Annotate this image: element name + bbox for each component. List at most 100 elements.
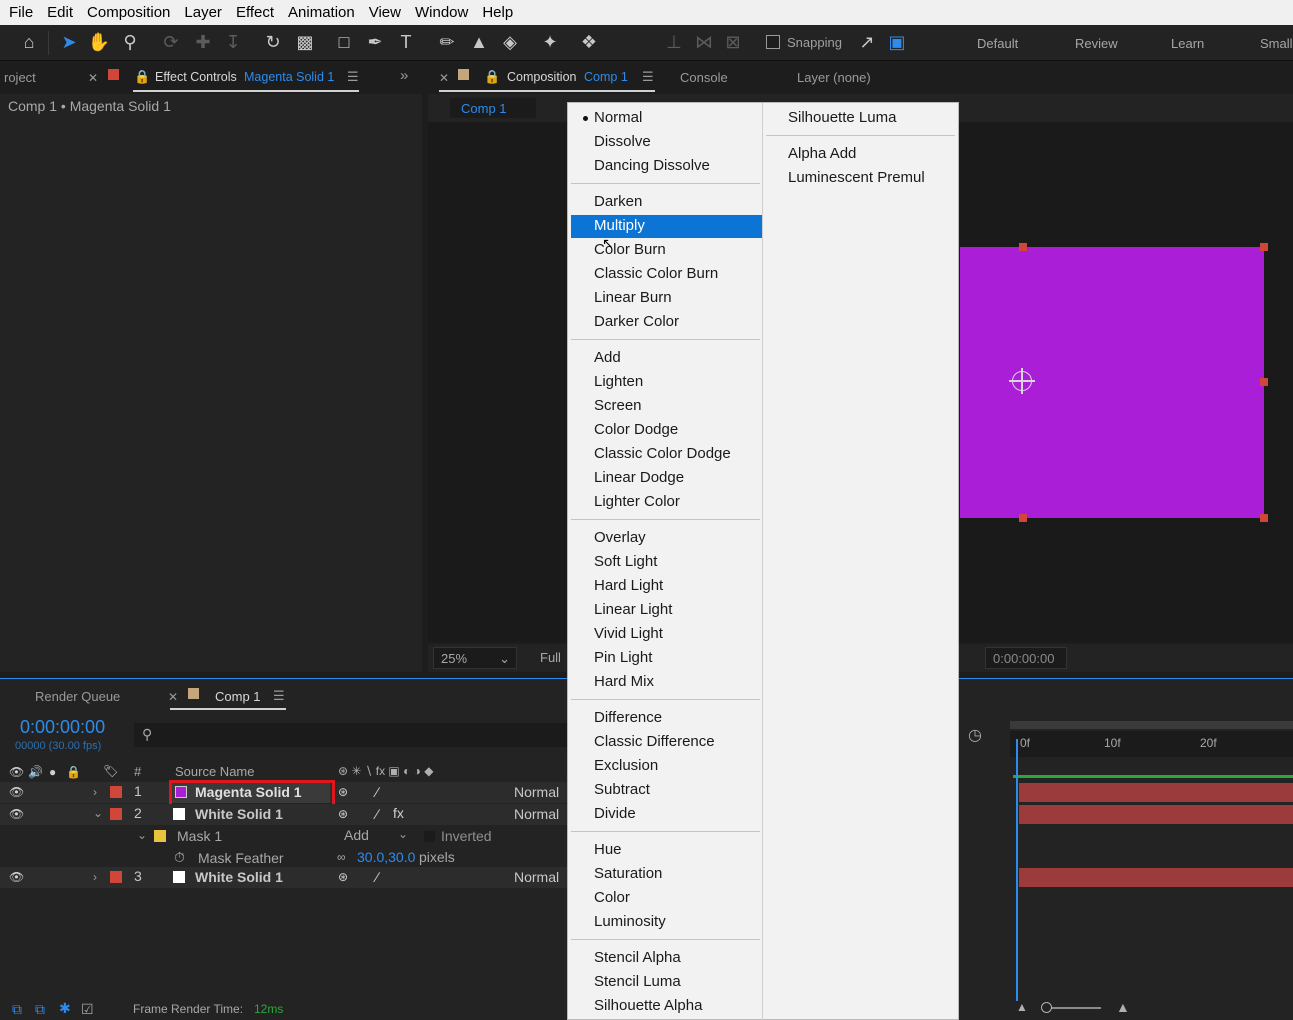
fx-switch-icon[interactable]: fx <box>393 805 404 821</box>
layer-duration-bar[interactable] <box>1019 868 1293 887</box>
anchor-point-icon[interactable] <box>1009 368 1035 394</box>
chevron-right-icon[interactable]: › <box>93 785 97 799</box>
tab-render-queue[interactable]: Render Queue <box>35 689 120 704</box>
snap-feather-icon[interactable]: ↗ <box>854 29 880 55</box>
zoom-tool-icon[interactable]: ⚲ <box>117 29 143 55</box>
comp-markers-icon[interactable]: ◷ <box>968 725 982 745</box>
visibility-icon[interactable]: 👁 <box>9 785 24 799</box>
shy-switch-icon[interactable]: ⊛ <box>338 785 348 799</box>
workspace-learn[interactable]: Learn <box>1171 36 1204 51</box>
menu-file[interactable]: File <box>0 4 39 21</box>
zoom-out-icon[interactable]: ▲ <box>1016 1000 1028 1014</box>
layer-row[interactable]: 👁 › 1 Magenta Solid 1 ⊛ ∕ Normal <box>0 780 568 807</box>
layer-mode[interactable]: Normal <box>514 784 559 800</box>
time-ruler[interactable]: 0f 10f 20f <box>1010 731 1293 757</box>
brush-tool-icon[interactable]: ✏ <box>434 29 460 55</box>
stopwatch-icon[interactable]: ⏱ <box>174 849 185 866</box>
blend-mode-item-classic-difference[interactable]: Classic Difference <box>571 731 762 754</box>
transform-handle[interactable] <box>1260 243 1268 251</box>
lock-icon[interactable]: 🔒 <box>484 69 500 85</box>
quality-switch-icon[interactable]: ∕ <box>376 784 378 800</box>
zoom-dropdown[interactable]: 25% ⌄ <box>433 647 517 669</box>
layer-row[interactable]: 👁 ⌄ 2 White Solid 1 ⊛ ∕ fx Normal <box>0 804 568 825</box>
blend-mode-item-hue[interactable]: Hue <box>571 839 762 862</box>
tab-console[interactable]: Console <box>680 70 728 85</box>
menu-edit[interactable]: Edit <box>39 4 79 21</box>
menu-window[interactable]: Window <box>407 4 474 21</box>
footer-toggle-icon[interactable]: ☑ <box>81 1001 94 1018</box>
rectangle-tool-icon[interactable]: □ <box>331 29 357 55</box>
blend-mode-item-divide[interactable]: Divide <box>571 803 762 826</box>
snap-target-icon[interactable]: ▣ <box>884 29 910 55</box>
blend-mode-item-exclusion[interactable]: Exclusion <box>571 755 762 778</box>
orbit-camera-icon[interactable]: ⟳ <box>158 29 184 55</box>
transform-handle[interactable] <box>1260 514 1268 522</box>
panel-menu-icon[interactable]: ☰ <box>273 688 285 704</box>
label-color-icon[interactable] <box>110 808 122 820</box>
tab-composition[interactable]: Composition <box>507 70 576 84</box>
mask-name[interactable]: Mask 1 <box>177 828 222 844</box>
blend-mode-item-linear-dodge[interactable]: Linear Dodge <box>571 467 762 490</box>
blend-mode-item-color[interactable]: Color <box>571 887 762 910</box>
eraser-tool-icon[interactable]: ◈ <box>497 29 523 55</box>
blend-mode-item-classic-color-dodge[interactable]: Classic Color Dodge <box>571 443 762 466</box>
quality-switch-icon[interactable]: ∕ <box>376 869 378 885</box>
transform-handle[interactable] <box>1260 378 1268 386</box>
rotation-tool-icon[interactable]: ↻ <box>260 29 286 55</box>
layer-row[interactable]: 👁 › 3 White Solid 1 ⊛ ∕ Normal <box>0 867 568 888</box>
type-tool-icon[interactable]: T <box>393 29 419 55</box>
menu-effect[interactable]: Effect <box>228 4 280 21</box>
blend-mode-item-add[interactable]: Add <box>571 347 762 370</box>
close-icon[interactable]: ✕ <box>439 71 449 85</box>
blend-mode-item-difference[interactable]: Difference <box>571 707 762 730</box>
effect-controls-layer-name[interactable]: Magenta Solid 1 <box>244 70 334 84</box>
home-icon[interactable]: ⌂ <box>16 29 42 55</box>
blend-mode-item-hard-light[interactable]: Hard Light <box>571 575 762 598</box>
overflow-chevron-icon[interactable]: » <box>400 67 408 84</box>
panel-menu-icon[interactable]: ☰ <box>642 69 654 85</box>
blend-mode-item-normal[interactable]: Normal <box>571 107 762 130</box>
roto-brush-tool-icon[interactable]: ✦ <box>537 29 563 55</box>
shy-switch-icon[interactable]: ⊛ <box>338 870 348 884</box>
chevron-down-icon[interactable]: ⌄ <box>137 828 147 842</box>
align-icon[interactable]: ⊥ <box>661 29 687 55</box>
blend-mode-item-stencil-alpha[interactable]: Stencil Alpha <box>571 947 762 970</box>
close-icon[interactable]: ✕ <box>168 690 178 704</box>
close-icon[interactable]: ✕ <box>88 71 98 85</box>
link-icon[interactable]: ∞ <box>337 850 346 864</box>
current-time[interactable]: 0:00:00:00 <box>20 717 105 738</box>
blend-mode-item-screen[interactable]: Screen <box>571 395 762 418</box>
blend-mode-item-classic-color-burn[interactable]: Classic Color Burn <box>571 263 762 286</box>
blend-mode-item-darken[interactable]: Darken <box>571 191 762 214</box>
zoom-in-icon[interactable]: ▲ <box>1116 999 1130 1015</box>
dolly-camera-icon[interactable]: ↧ <box>220 29 246 55</box>
pen-tool-icon[interactable]: ✒ <box>362 29 388 55</box>
blend-mode-item-darker-color[interactable]: Darker Color <box>571 311 762 334</box>
blend-mode-item-stencil-luma[interactable]: Stencil Luma <box>571 971 762 994</box>
blend-mode-item-color-burn[interactable]: Color Burn <box>571 239 762 262</box>
puppet-pin-tool-icon[interactable]: ❖ <box>576 29 602 55</box>
tab-layer[interactable]: Layer (none) <box>797 70 871 85</box>
menu-view[interactable]: View <box>361 4 407 21</box>
chevron-down-icon[interactable]: ⌄ <box>93 806 103 820</box>
mask-row[interactable]: ⌄ Mask 1 Add ⌄ Inverted <box>0 826 568 847</box>
visibility-icon[interactable]: 👁 <box>9 807 24 821</box>
hand-tool-icon[interactable]: ✋ <box>86 29 112 55</box>
mask-feather-value[interactable]: 30.0,30.0 <box>357 849 415 865</box>
layer-mode[interactable]: Normal <box>514 869 559 885</box>
transform-handle[interactable] <box>1019 243 1027 251</box>
label-color-icon[interactable] <box>110 871 122 883</box>
layer-duration-bar[interactable] <box>1019 783 1293 802</box>
quality-switch-icon[interactable]: ∕ <box>376 806 378 822</box>
magenta-solid-layer[interactable] <box>960 247 1264 518</box>
menu-animation[interactable]: Animation <box>280 4 361 21</box>
panel-menu-icon[interactable]: ☰ <box>347 69 359 85</box>
footer-toggle-icon[interactable]: ⧉ <box>12 1001 22 1018</box>
blend-mode-item-linear-burn[interactable]: Linear Burn <box>571 287 762 310</box>
workspace-default[interactable]: Default <box>977 36 1018 51</box>
blend-mode-item-vivid-light[interactable]: Vivid Light <box>571 623 762 646</box>
blend-mode-item-luminosity[interactable]: Luminosity <box>571 911 762 934</box>
blend-mode-item-luminescent-premul[interactable]: Luminescent Premul <box>766 167 956 190</box>
blend-mode-item-silhouette-alpha[interactable]: Silhouette Alpha <box>571 995 762 1018</box>
inverted-checkbox[interactable] <box>424 831 435 842</box>
